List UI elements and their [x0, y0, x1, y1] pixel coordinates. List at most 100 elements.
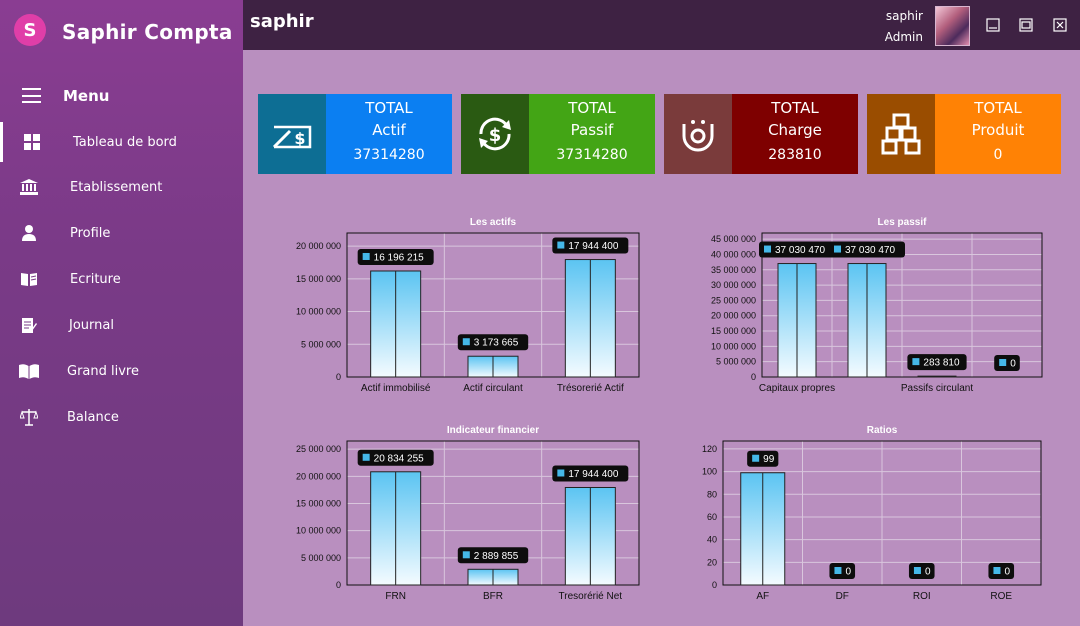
data-label: 2 889 855: [457, 547, 529, 564]
y-tick-label: 25 000 000: [296, 444, 341, 454]
sidebar-item-balance[interactable]: Balance: [0, 397, 243, 437]
y-tick-label: 20 000 000: [296, 471, 341, 481]
total-passif-card[interactable]: $ TOTAL Passif 37314280: [461, 94, 655, 174]
x-tick-label: ROI: [913, 591, 931, 602]
y-tick-label: 30 000 000: [711, 280, 756, 290]
y-tick-label: 25 000 000: [711, 295, 756, 305]
user-icon: [19, 223, 39, 243]
svg-text:37 030 470: 37 030 470: [775, 245, 825, 256]
journal-icon: [19, 315, 39, 335]
sidebar-item-label: Journal: [69, 317, 114, 333]
chart-title: Les actifs: [470, 217, 517, 228]
total-actif-card[interactable]: $ TOTAL Actif 37314280: [258, 94, 452, 174]
data-label: 20 834 255: [357, 449, 434, 466]
svg-text:283 810: 283 810: [923, 358, 960, 369]
dollar-cycle-icon: $: [461, 94, 529, 174]
app-name: saphir: [250, 11, 314, 32]
scale-icon: [19, 407, 39, 427]
x-tick-label: ROE: [990, 591, 1012, 602]
user-info[interactable]: saphir Admin: [885, 6, 923, 48]
x-tick-label: AF: [756, 591, 769, 602]
cheque-icon: $: [258, 94, 326, 174]
card-line1: TOTAL: [974, 99, 1022, 117]
chart-svg: Les passif 0 5 000 000 10 000 000 15 000 000…: [711, 217, 1043, 394]
chart-title: Indicateur financier: [447, 425, 539, 436]
y-tick-label: 0: [336, 372, 341, 382]
sidebar-item-journal[interactable]: Journal: [0, 305, 243, 345]
svg-text:37 030 470: 37 030 470: [845, 245, 895, 256]
top-bar: saphir saphir Admin: [243, 0, 1080, 50]
sidebar-item-profile[interactable]: Profile: [0, 213, 243, 253]
user-name: saphir: [885, 9, 923, 23]
card-value: 0: [993, 147, 1003, 163]
sidebar-item-label: Balance: [67, 409, 119, 425]
chart-les-actifs: Les actifs 0 5 000 000 10 000 000 15 000 000…: [265, 210, 650, 400]
y-tick-label: 10 000 000: [711, 341, 756, 351]
data-label: 0: [908, 563, 935, 579]
svg-text:16 196 215: 16 196 215: [374, 252, 424, 263]
chart-indicateur-financier: Indicateur financier 0 5 000 000 10 000 000…: [265, 420, 650, 610]
card-value: 283810: [768, 147, 822, 163]
data-label: 37 030 470: [759, 241, 835, 258]
card-value: 37314280: [353, 147, 425, 163]
sidebar-item-tableau-de-bord[interactable]: Tableau de bord: [0, 122, 243, 162]
menu-label: Menu: [63, 87, 110, 105]
y-tick-label: 5 000 000: [301, 553, 341, 563]
saphir-logo: S: [14, 14, 46, 46]
total-produit-card[interactable]: TOTAL Produit 0: [867, 94, 1061, 174]
data-label: 283 810: [907, 354, 967, 371]
svg-text:99: 99: [763, 454, 775, 465]
maximize-icon[interactable]: [1019, 17, 1033, 32]
user-role: Admin: [884, 30, 923, 44]
x-tick-label: Tresorérié Net: [559, 591, 623, 602]
charge-icon: [664, 94, 732, 174]
y-tick-label: 15 000 000: [296, 274, 341, 284]
data-label: 37 030 470: [829, 241, 905, 258]
svg-text:17 944 400: 17 944 400: [568, 469, 618, 480]
data-label: 3 173 665: [457, 334, 529, 351]
data-label: 0: [829, 563, 856, 579]
y-tick-label: 40 000 000: [711, 249, 756, 259]
y-tick-label: 60: [707, 512, 717, 522]
avatar[interactable]: [935, 6, 970, 46]
y-tick-label: 10 000 000: [296, 307, 341, 317]
chart-svg: Ratios 0 20 40 60 80 100 120 99 AF 0 DF 0 ROI 0 ROE: [702, 425, 1042, 602]
y-tick-label: 45 000 000: [711, 234, 756, 244]
sidebar-item-label: Tableau de bord: [73, 134, 177, 150]
sidebar-item-ecriture[interactable]: Ecriture: [0, 259, 243, 299]
y-tick-label: 40: [707, 535, 717, 545]
book-open-icon: [19, 269, 39, 289]
x-tick-label: FRN: [385, 591, 406, 602]
y-tick-label: 15 000 000: [296, 498, 341, 508]
sidebar-item-label: Grand livre: [67, 363, 139, 379]
data-label: 17 944 400: [552, 237, 629, 254]
y-tick-label: 100: [702, 467, 717, 477]
minimize-icon[interactable]: [986, 17, 1000, 32]
y-tick-label: 0: [751, 372, 756, 382]
data-label: 0: [994, 355, 1020, 371]
y-tick-label: 20: [707, 557, 717, 567]
data-label: 99: [747, 450, 779, 467]
dashboard-icon: [22, 132, 42, 152]
close-icon[interactable]: [1053, 17, 1067, 32]
brand-title: Saphir Compta: [62, 20, 233, 44]
data-label: 17 944 400: [552, 465, 629, 482]
data-label: 16 196 215: [357, 248, 434, 265]
hamburger-icon[interactable]: [22, 88, 41, 103]
sidebar-item-etablissement[interactable]: Etablissement: [0, 167, 243, 207]
sidebar-item-label: Ecriture: [70, 271, 121, 287]
sidebar-item-grand-livre[interactable]: Grand livre: [0, 351, 243, 391]
x-tick-label: Passifs circulant: [901, 383, 973, 394]
y-tick-label: 5 000 000: [301, 339, 341, 349]
svg-text:$: $: [294, 129, 305, 148]
svg-text:0: 0: [1004, 567, 1010, 578]
menu-toggle[interactable]: Menu: [0, 82, 243, 112]
chart-title: Ratios: [867, 425, 898, 436]
card-line2: Passif: [570, 121, 614, 139]
x-tick-label: Capitaux propres: [759, 383, 835, 394]
total-charge-card[interactable]: TOTAL Charge 283810: [664, 94, 858, 174]
x-tick-label: Trésorerié Actif: [557, 383, 624, 394]
card-line1: TOTAL: [771, 99, 819, 117]
svg-text:17 944 400: 17 944 400: [568, 241, 618, 252]
card-value: 37314280: [556, 147, 628, 163]
